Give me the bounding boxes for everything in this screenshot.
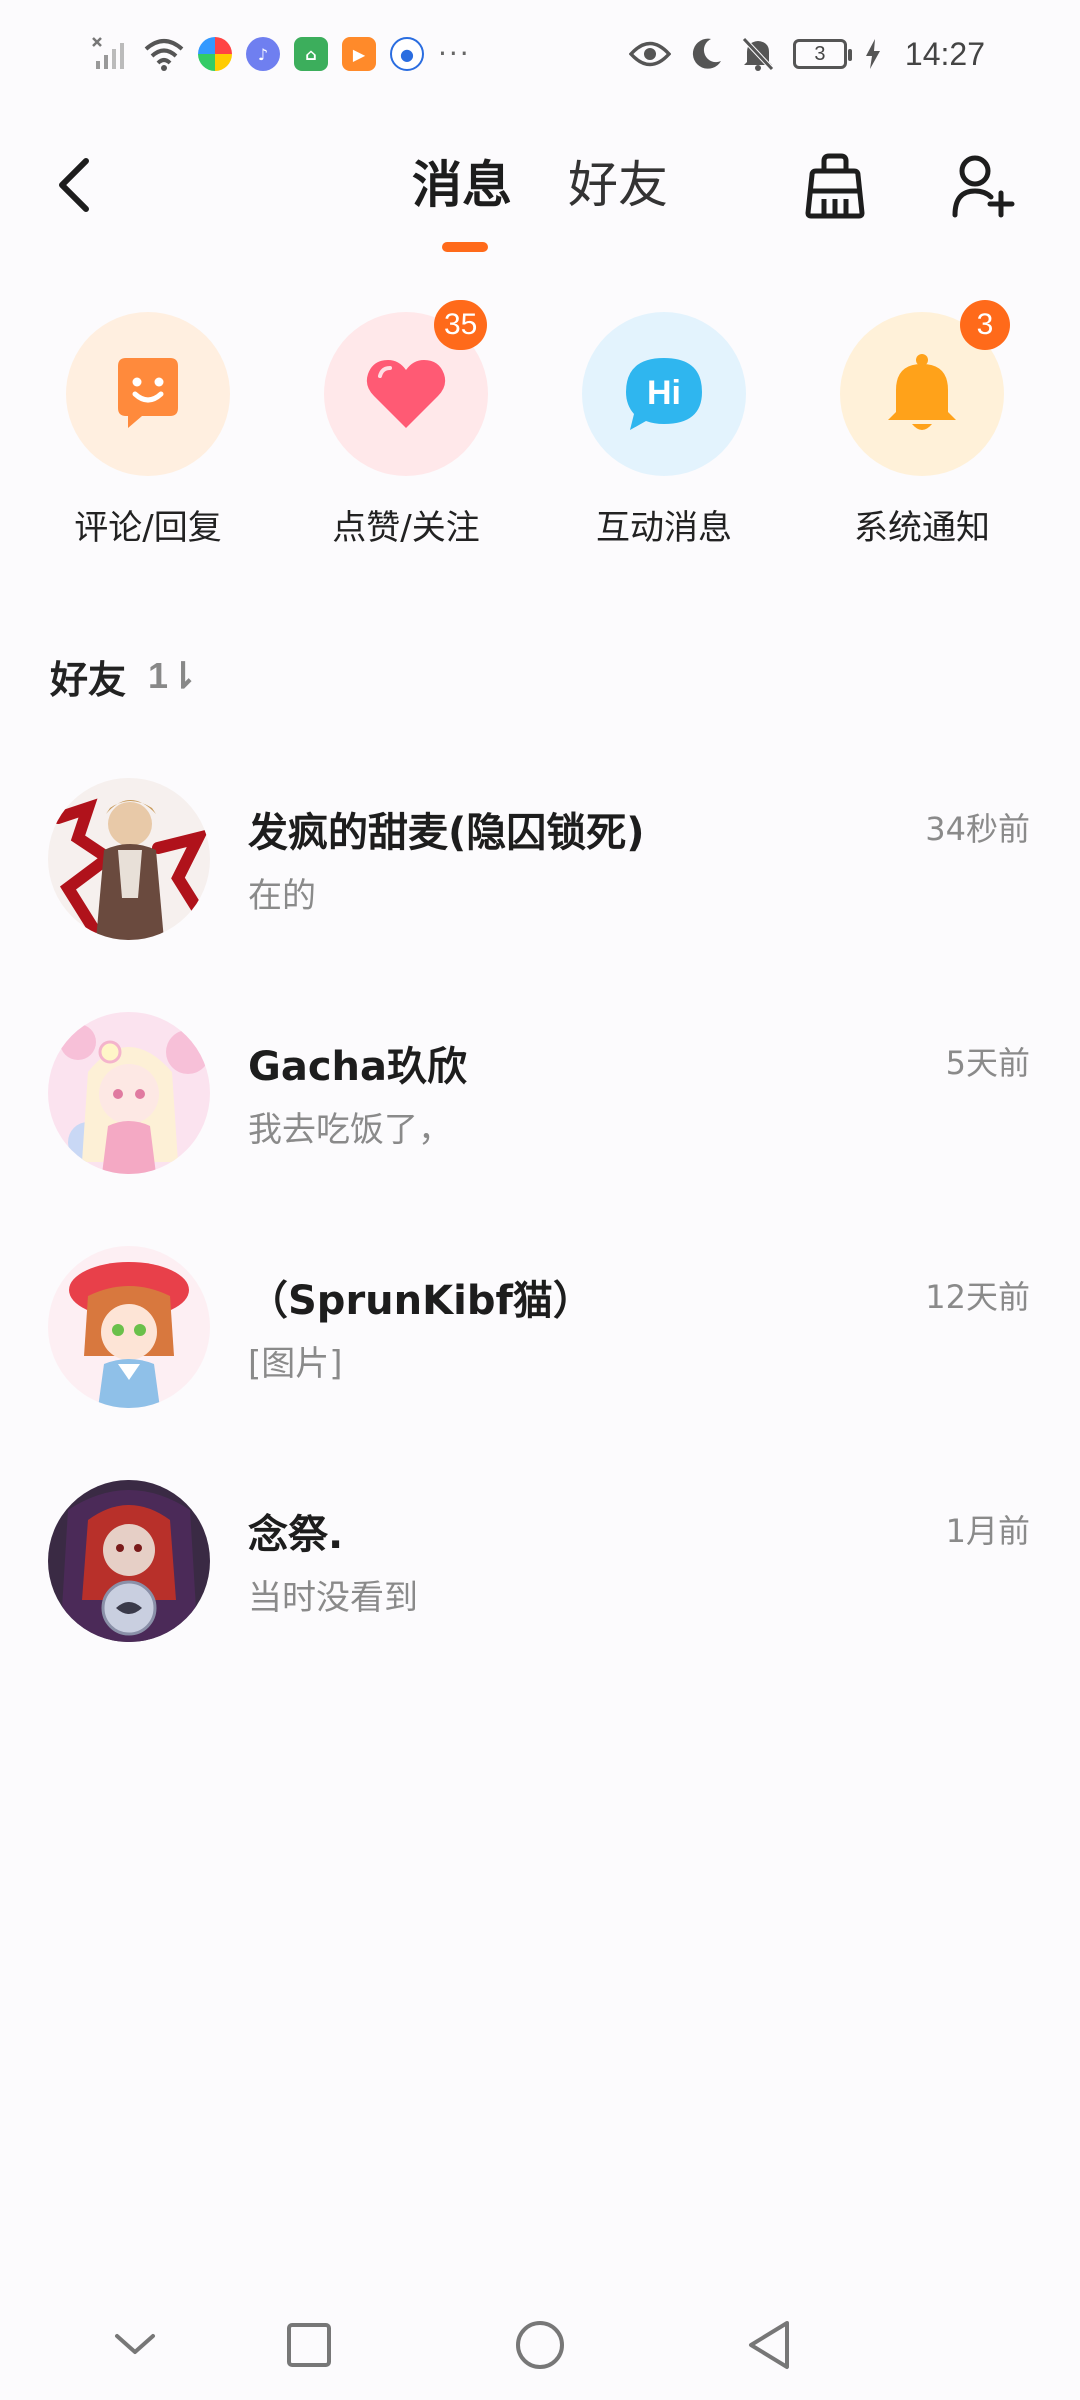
add-friend-button[interactable]: [948, 148, 1018, 224]
shortcut-label: 系统通知: [854, 508, 990, 548]
conversation-time: 12天前: [925, 1278, 1030, 1316]
circle-home-icon: [516, 2321, 564, 2369]
conversation-time: 5天前: [945, 1044, 1030, 1082]
home-button[interactable]: [495, 2310, 585, 2380]
bell-off-icon: [741, 36, 775, 72]
chevron-down-icon: [115, 2334, 155, 2354]
conversation-time: 34秒前: [925, 810, 1030, 848]
recents-button[interactable]: [264, 2310, 354, 2380]
conversation-item[interactable]: 发疯的甜麦(隐囚锁死) 在的 34秒前: [0, 778, 1080, 978]
broom-icon: [805, 153, 865, 219]
shortcut-system-notifications[interactable]: 3 系统通知: [802, 300, 1042, 558]
triangle-back-icon: [749, 2321, 789, 2369]
wifi-icon: [144, 37, 184, 71]
eye-icon: [628, 39, 671, 69]
tab-messages[interactable]: 消息: [412, 150, 512, 220]
conversation-name: 发疯的甜麦(隐囚锁死): [248, 810, 645, 856]
app-icon-2: ♪: [246, 37, 280, 71]
unread-badge-likes: 35: [434, 300, 488, 350]
svg-text:Hi: Hi: [647, 374, 681, 412]
conversation-name: 念祭.: [248, 1512, 344, 1558]
avatar[interactable]: [48, 1480, 210, 1642]
shortcut-likes-follows[interactable]: 35 点赞/关注: [286, 300, 526, 558]
chevron-left-icon: [59, 158, 89, 212]
conversation-name: Gacha玖欣: [248, 1044, 468, 1090]
conversation-time: 1月前: [945, 1512, 1030, 1550]
battery-icon: 3: [792, 39, 852, 69]
app-icon-1: [198, 37, 232, 71]
shortcut-interaction-bg: Hi: [582, 312, 746, 476]
friends-section-title: 好友: [50, 657, 127, 702]
system-navigation-bar: [0, 2290, 1080, 2400]
shortcut-comments-replies[interactable]: 评论/回复: [28, 308, 268, 558]
shortcut-label: 互动消息: [596, 508, 732, 548]
active-tab-indicator: [442, 242, 488, 252]
status-bar-right: 3 14:27: [628, 28, 985, 80]
header: 消息 好友: [0, 130, 1080, 260]
avatar[interactable]: [48, 1246, 210, 1408]
unread-badge-system: 3: [960, 300, 1010, 350]
shortcut-comments-bg: [66, 312, 230, 476]
status-bar-left: ♪ ⌂ ▶ ● ···: [92, 28, 471, 80]
tab-friends[interactable]: 好友: [568, 150, 668, 220]
status-bar: ♪ ⌂ ▶ ● ··· 3 14:27: [0, 0, 1080, 110]
conversation-item[interactable]: 念祭. 当时没看到 1月前: [0, 1480, 1080, 1680]
conversation-item[interactable]: Gacha玖欣 我去吃饭了， 5天前: [0, 1012, 1080, 1212]
conversation-preview: 我去吃饭了，: [248, 1110, 452, 1150]
app-icon-5: ●: [390, 37, 424, 71]
conversation-preview: [图片]: [248, 1344, 343, 1384]
friends-section-header: 好友 1⇂: [50, 646, 198, 706]
clear-unread-button[interactable]: [800, 148, 870, 224]
sort-icon[interactable]: 1⇂: [148, 655, 198, 697]
conversation-preview: 在的: [248, 876, 316, 916]
avatar[interactable]: [48, 1012, 210, 1174]
message-category-shortcuts: 评论/回复 35 点赞/关注 Hi 互动消息 3 系统通知: [0, 300, 1080, 558]
shortcut-interaction-messages[interactable]: Hi 互动消息: [544, 308, 784, 558]
moon-icon: [689, 37, 723, 71]
charging-icon: [865, 39, 881, 69]
square-icon: [287, 2323, 331, 2367]
status-overflow-dots: ···: [438, 37, 471, 70]
avatar[interactable]: [48, 778, 210, 940]
app-icon-4: ▶: [342, 37, 376, 71]
conversation-preview: 当时没看到: [248, 1578, 418, 1618]
app-icon-3: ⌂: [294, 37, 328, 71]
battery-level: 3: [814, 42, 826, 65]
hide-keyboard-button[interactable]: [90, 2310, 180, 2380]
conversation-item[interactable]: （SprunKibf猫） [图片] 12天前: [0, 1246, 1080, 1446]
no-signal-icon: [92, 37, 130, 71]
shortcut-label: 评论/回复: [74, 508, 222, 548]
back-button[interactable]: [44, 150, 104, 220]
shortcut-label: 点赞/关注: [332, 508, 480, 548]
bell-icon: [888, 354, 956, 430]
back-nav-button[interactable]: [724, 2310, 814, 2380]
add-user-icon: [952, 155, 1015, 218]
conversation-name: （SprunKibf猫）: [248, 1278, 593, 1324]
hi-bubble-icon: Hi: [626, 358, 702, 430]
status-time: 14:27: [904, 35, 985, 72]
comment-smile-icon: [118, 358, 178, 428]
heart-icon: [366, 360, 446, 428]
